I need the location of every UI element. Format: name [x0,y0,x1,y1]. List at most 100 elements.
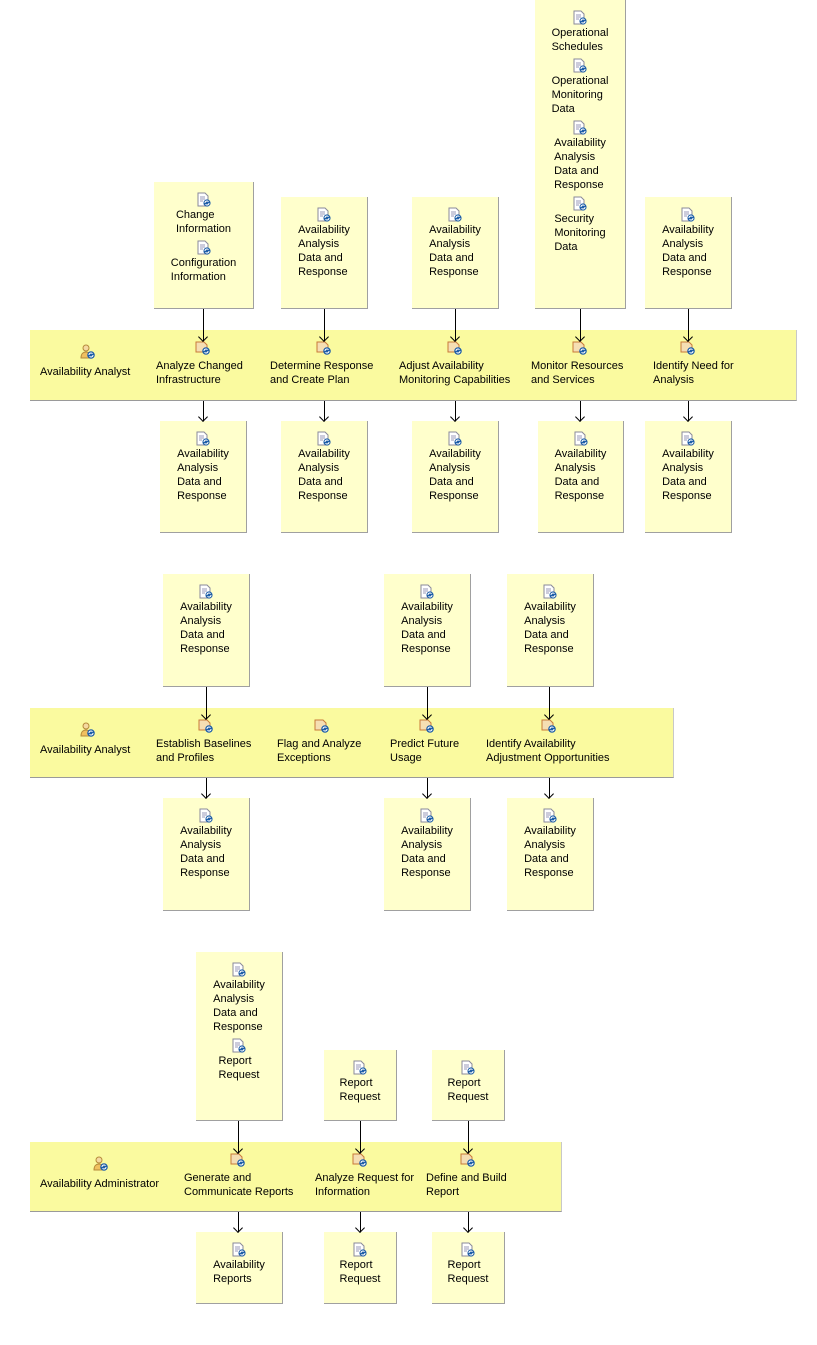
artifact-item[interactable]: Operational Monitoring Data [551,58,609,116]
artifact-item[interactable]: Availability Analysis Data and Response [213,962,265,1034]
artifact-item[interactable]: Report Request [340,1060,381,1104]
artifact-label: Report Request [218,1055,260,1081]
artifact-item[interactable]: Operational Schedules [552,10,608,54]
role-label[interactable]: Availability Analyst [40,365,130,379]
task-label[interactable]: Establish Baselines and Profiles [156,737,266,765]
artifact-label: Availability Analysis Data and Response [177,448,229,502]
task-icon[interactable] [419,718,435,734]
artifact-document-icon [419,808,435,824]
role-label[interactable]: Availability Analyst [40,743,130,757]
output-artifact-box[interactable]: Availability Analysis Data and Response [160,421,247,533]
artifact-item[interactable]: Availability Analysis Data and Response [180,584,232,656]
task-icon[interactable] [316,340,332,356]
flow-arrow [455,309,456,341]
output-artifact-box[interactable]: Availability Analysis Data and Response [412,421,499,533]
flow-arrow [203,309,204,341]
artifact-label: Availability Analysis Data and Response [429,448,481,502]
flow-arrow [549,687,550,719]
artifact-item[interactable]: Availability Analysis Data and Response [177,431,229,503]
artifact-item[interactable]: Availability Analysis Data and Response [180,808,232,880]
output-artifact-box[interactable]: Availability Analysis Data and Response [645,421,732,533]
task-icon[interactable] [541,718,557,734]
task-icon[interactable] [195,340,211,356]
task-icon[interactable] [314,718,330,734]
workflow-diagram: Availability Analyst Analyze Changed Infr… [0,0,817,1345]
input-artifact-box[interactable]: Availability Analysis Data and Response [281,197,368,309]
task-icon[interactable] [230,1152,246,1168]
artifact-label: Availability Reports [213,1259,265,1285]
artifact-label: Availability Analysis Data and Response [554,137,606,191]
flow-arrow [688,309,689,341]
output-artifact-box[interactable]: Availability Analysis Data and Response [507,798,594,911]
artifact-item[interactable]: Report Request [219,1038,260,1082]
output-artifact-box[interactable]: Availability Reports [196,1232,283,1304]
role-label[interactable]: Availability Administrator [40,1177,159,1191]
output-artifact-box[interactable]: Report Request [324,1232,397,1304]
output-artifact-box[interactable]: Report Request [432,1232,505,1304]
task-icon[interactable] [352,1152,368,1168]
input-artifact-box[interactable]: Availability Analysis Data and Response R… [196,952,283,1121]
artifact-item[interactable]: Availability Analysis Data and Response [429,431,481,503]
artifact-item[interactable]: Security Monitoring Data [554,196,606,254]
task-label[interactable]: Identify Availability Adjustment Opportu… [486,737,616,765]
artifact-document-icon [198,584,214,600]
input-artifact-box[interactable]: Availability Analysis Data and Response [412,197,499,309]
input-artifact-box[interactable]: Change Information Configuration Informat… [154,182,254,309]
task-label[interactable]: Define and Build Report [426,1171,526,1199]
input-artifact-box[interactable]: Availability Analysis Data and Response [384,574,471,687]
artifact-label: Change Information [175,209,232,235]
input-artifact-box[interactable]: Availability Analysis Data and Response [645,197,732,309]
artifact-label: Availability Analysis Data and Response [662,224,714,278]
task-label[interactable]: Adjust Availability Monitoring Capabilit… [399,359,519,387]
output-artifact-box[interactable]: Availability Analysis Data and Response [538,421,624,533]
artifact-item[interactable]: Change Information [176,192,231,236]
artifact-item[interactable]: Availability Analysis Data and Response [401,584,453,656]
input-artifact-box[interactable]: Report Request [324,1050,397,1121]
artifact-item[interactable]: Availability Analysis Data and Response [555,431,606,503]
artifact-item[interactable]: Report Request [448,1242,489,1286]
task-icon[interactable] [460,1152,476,1168]
artifact-label: Report Request [447,1259,489,1285]
task-label[interactable]: Predict Future Usage [390,737,490,765]
artifact-item[interactable]: Availability Analysis Data and Response [298,431,350,503]
flow-arrow [455,401,456,421]
artifact-item[interactable]: Availability Analysis Data and Response [524,808,576,880]
artifact-item[interactable]: Availability Analysis Data and Response [662,207,714,279]
output-artifact-box[interactable]: Availability Analysis Data and Response [281,421,368,533]
task-label[interactable]: Analyze Request for Information [315,1171,415,1199]
artifact-item[interactable]: Configuration Information [171,240,236,284]
task-icon[interactable] [447,340,463,356]
artifact-document-icon [198,808,214,824]
task-icon[interactable] [198,718,214,734]
input-artifact-box[interactable]: Availability Analysis Data and Response [163,574,250,687]
role-icon [80,722,96,738]
artifact-item[interactable]: Availability Analysis Data and Response [401,808,453,880]
task-label[interactable]: Monitor Resources and Services [531,359,631,387]
task-icon[interactable] [572,340,588,356]
artifact-document-icon [316,207,332,223]
artifact-item[interactable]: Availability Analysis Data and Response [298,207,350,279]
artifact-item[interactable]: Availability Reports [213,1242,265,1286]
artifact-item[interactable]: Availability Analysis Data and Response [524,584,576,656]
artifact-document-icon [680,431,696,447]
output-artifact-box[interactable]: Availability Analysis Data and Response [163,798,250,911]
task-label[interactable]: Analyze Changed Infrastructure [156,359,266,387]
artifact-document-icon [231,1038,247,1054]
artifact-document-icon [447,431,463,447]
input-artifact-box[interactable]: Availability Analysis Data and Response [507,574,594,687]
artifact-item[interactable]: Report Request [340,1242,381,1286]
task-icon[interactable] [680,340,696,356]
task-label[interactable]: Generate and Communicate Reports [184,1171,304,1199]
task-label[interactable]: Flag and Analyze Exceptions [277,737,377,765]
task-label[interactable]: Determine Response and Create Plan [270,359,380,387]
artifact-label: Operational Monitoring Data [551,75,609,115]
flow-arrow [427,687,428,719]
output-artifact-box[interactable]: Availability Analysis Data and Response [384,798,471,911]
artifact-item[interactable]: Report Request [448,1060,489,1104]
task-label[interactable]: Identify Need for Analysis [653,359,743,387]
input-artifact-box[interactable]: Report Request [432,1050,505,1121]
artifact-item[interactable]: Availability Analysis Data and Response [429,207,481,279]
input-artifact-box[interactable]: Operational Schedules Operational Monitor… [535,0,626,309]
artifact-item[interactable]: Availability Analysis Data and Response [662,431,714,503]
artifact-item[interactable]: Availability Analysis Data and Response [554,120,606,192]
